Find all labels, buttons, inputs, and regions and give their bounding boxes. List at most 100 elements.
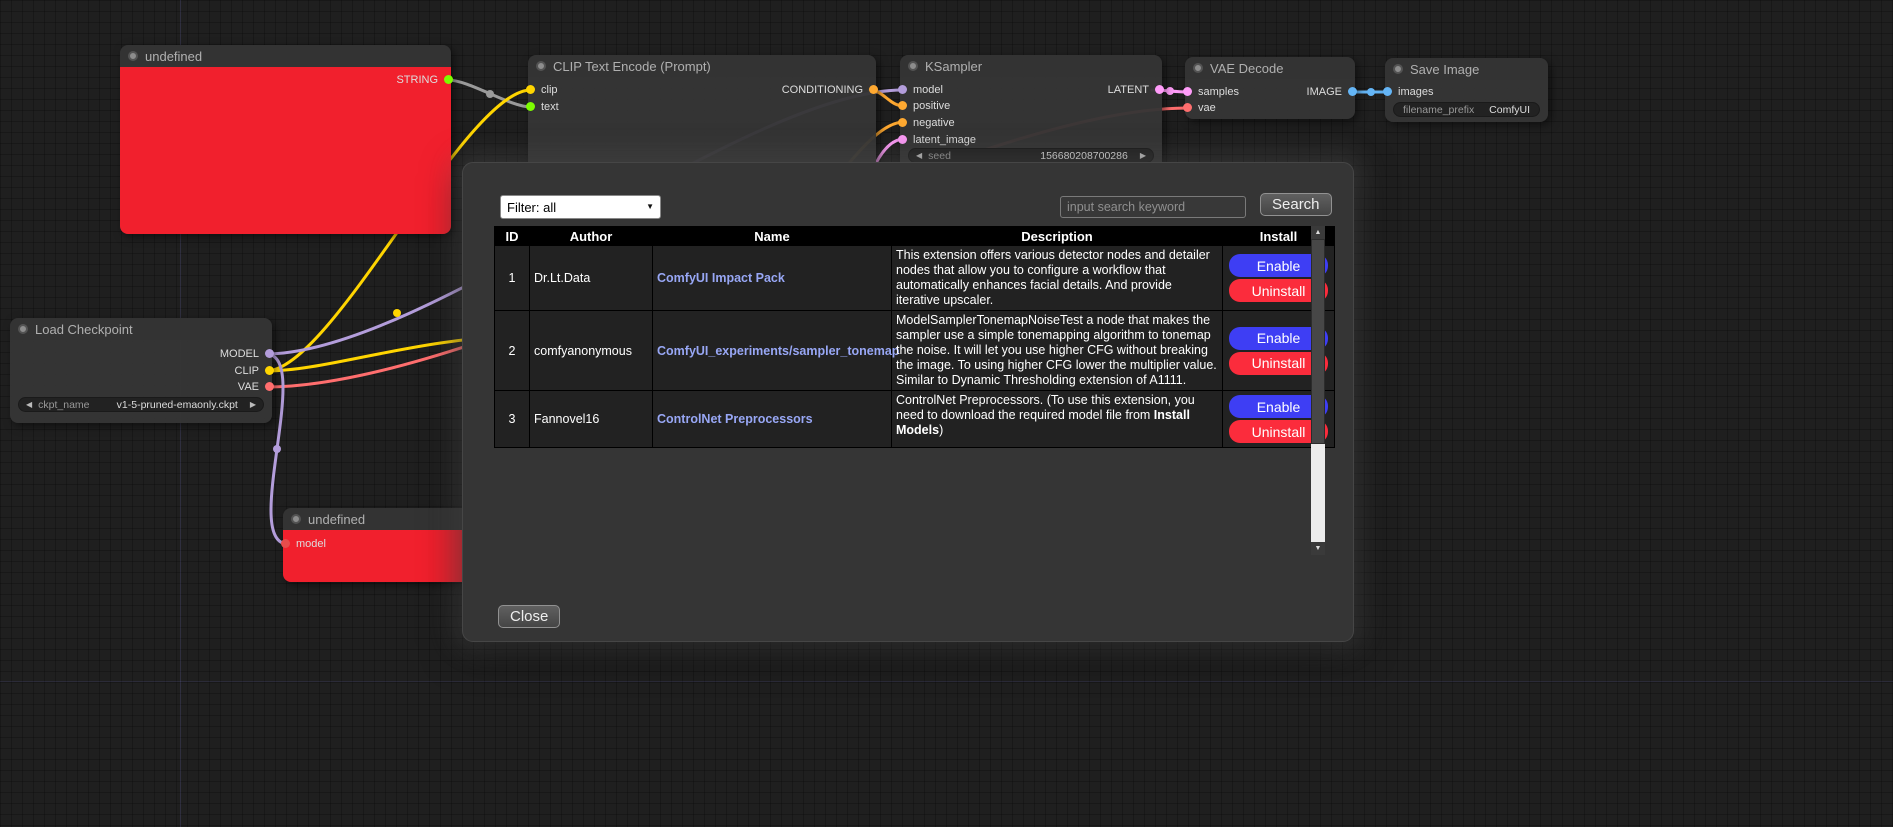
output-pin-image[interactable] xyxy=(1348,87,1357,96)
node-graph-canvas[interactable]: undefined STRING CLIP Text Encode (Promp… xyxy=(0,0,1893,827)
filename-prefix-widget[interactable]: filename_prefix ComfyUI xyxy=(1393,102,1540,117)
decrement-icon[interactable]: ◀ xyxy=(916,152,922,160)
scrollbar-thumb[interactable] xyxy=(1311,239,1325,444)
close-button[interactable]: Close xyxy=(498,605,560,628)
table-row: 2comfyanonymousComfyUI_experiments/sampl… xyxy=(495,311,1335,391)
node-save-image[interactable]: Save Image images filename_prefix ComfyU… xyxy=(1385,58,1548,122)
node-header[interactable]: Load Checkpoint xyxy=(10,318,272,340)
output-label: VAE xyxy=(238,381,259,393)
cell-author: Dr.Lt.Data xyxy=(530,246,653,311)
output-pin-conditioning[interactable] xyxy=(869,85,878,94)
scroll-up-icon[interactable]: ▲ xyxy=(1311,226,1325,239)
input-pin-negative[interactable] xyxy=(898,118,907,127)
widget-value: v1-5-pruned-emaonly.ckpt xyxy=(90,399,238,411)
input-label: images xyxy=(1398,86,1433,98)
output-pin-model[interactable] xyxy=(265,349,274,358)
output-pin-latent[interactable] xyxy=(1155,85,1164,94)
output-label: IMAGE xyxy=(1307,86,1342,98)
link-dot xyxy=(486,90,494,98)
scrollbar-track[interactable] xyxy=(1311,239,1325,542)
table-row: 1Dr.Lt.Data ComfyUI Impact Pack This exten… xyxy=(495,246,1335,311)
col-header-description: Description xyxy=(892,227,1223,246)
node-header[interactable]: VAE Decode xyxy=(1185,57,1355,79)
node-header[interactable]: undefined xyxy=(120,45,451,67)
node-header[interactable]: KSampler xyxy=(900,55,1162,77)
search-input[interactable] xyxy=(1060,196,1246,218)
collapse-dot-icon[interactable] xyxy=(128,51,138,61)
extension-name-link[interactable]: ControlNet Preprocessors xyxy=(657,412,813,426)
input-pin-vae[interactable] xyxy=(1183,103,1192,112)
search-button[interactable]: Search xyxy=(1260,193,1332,216)
previous-value-icon[interactable]: ◀ xyxy=(26,401,32,409)
cell-id: 2 xyxy=(495,311,530,391)
output-label: CLIP xyxy=(235,365,259,377)
output-pin-vae[interactable] xyxy=(265,382,274,391)
node-header[interactable]: CLIP Text Encode (Prompt) xyxy=(528,55,876,77)
extension-name-link[interactable]: ComfyUI Impact Pack xyxy=(657,271,785,285)
node-title: KSampler xyxy=(925,59,982,74)
collapse-dot-icon[interactable] xyxy=(1393,64,1403,74)
extensions-table: ID Author Name Description Install 1Dr.L… xyxy=(494,226,1335,448)
link-dot xyxy=(273,445,281,453)
output-label: LATENT xyxy=(1108,84,1149,96)
collapse-dot-icon[interactable] xyxy=(908,61,918,71)
ckpt-name-widget[interactable]: ◀ ckpt_name v1-5-pruned-emaonly.ckpt ▶ xyxy=(18,397,264,412)
node-undefined-top[interactable]: undefined STRING xyxy=(120,45,451,234)
cell-id: 1 xyxy=(495,246,530,311)
cell-name: ComfyUI Impact Pack xyxy=(653,246,892,311)
collapse-dot-icon[interactable] xyxy=(536,61,546,71)
node-title: VAE Decode xyxy=(1210,61,1283,76)
node-title: undefined xyxy=(308,512,365,527)
extensions-table-body: 1Dr.Lt.Data ComfyUI Impact Pack This exten… xyxy=(495,246,1335,448)
input-pin-images[interactable] xyxy=(1383,87,1392,96)
extension-name-link[interactable]: ComfyUI_experiments/sampler_tonemap xyxy=(657,344,899,358)
input-pin-positive[interactable] xyxy=(898,101,907,110)
node-load-checkpoint[interactable]: Load Checkpoint MODEL CLIP VAE ◀ ckpt_na… xyxy=(10,318,272,423)
output-label: CONDITIONING xyxy=(782,84,863,96)
input-label: text xyxy=(541,101,559,113)
cell-id: 3 xyxy=(495,391,530,448)
node-title: Load Checkpoint xyxy=(35,322,133,337)
link-dot xyxy=(1367,88,1375,96)
cell-author: comfyanonymous xyxy=(530,311,653,391)
input-pin-text[interactable] xyxy=(526,102,535,111)
input-label: model xyxy=(296,538,326,550)
output-label: MODEL xyxy=(220,348,259,360)
widget-label: ckpt_name xyxy=(38,399,89,411)
widget-value: ComfyUI xyxy=(1474,104,1530,116)
seed-widget[interactable]: ◀ seed 156680208700286 ▶ xyxy=(908,148,1154,163)
increment-icon[interactable]: ▶ xyxy=(1140,152,1146,160)
output-pin-clip[interactable] xyxy=(265,366,274,375)
collapse-dot-icon[interactable] xyxy=(291,514,301,524)
output-label: STRING xyxy=(396,74,438,86)
output-pin-string[interactable] xyxy=(444,75,453,84)
link-dot xyxy=(393,309,401,317)
widget-value: 156680208700286 xyxy=(951,150,1128,162)
widget-label: seed xyxy=(928,150,951,162)
filter-select[interactable]: Filter: all xyxy=(500,195,661,219)
node-header[interactable]: Save Image xyxy=(1385,58,1548,80)
input-pin-latent-image[interactable] xyxy=(898,135,907,144)
input-label: vae xyxy=(1198,102,1216,114)
input-label: negative xyxy=(913,117,955,129)
custom-nodes-manager-dialog: Filter: all ▼ Search ID Author Name Desc… xyxy=(462,162,1354,642)
next-value-icon[interactable]: ▶ xyxy=(250,401,256,409)
cell-description: This extension offers various detector n… xyxy=(892,246,1223,311)
input-pin-model[interactable] xyxy=(281,539,290,548)
link-string-to-text xyxy=(448,80,531,107)
node-vae-decode[interactable]: VAE Decode samples vae IMAGE xyxy=(1185,57,1355,119)
link-dot xyxy=(1166,87,1174,95)
cell-description: ControlNet Preprocessors. (To use this e… xyxy=(892,391,1223,448)
node-clip-text-encode[interactable]: CLIP Text Encode (Prompt) clip text COND… xyxy=(528,55,876,165)
col-header-author: Author xyxy=(530,227,653,246)
node-title: undefined xyxy=(145,49,202,64)
collapse-dot-icon[interactable] xyxy=(18,324,28,334)
table-row: 3Fannovel16ControlNet PreprocessorsContr… xyxy=(495,391,1335,448)
cell-name: ComfyUI_experiments/sampler_tonemap xyxy=(653,311,892,391)
canvas-axis-horizontal xyxy=(0,681,1893,682)
node-ksampler[interactable]: KSampler model positive negative latent_… xyxy=(900,55,1162,165)
scroll-down-icon[interactable]: ▼ xyxy=(1311,542,1325,555)
node-title: CLIP Text Encode (Prompt) xyxy=(553,59,711,74)
table-scrollbar[interactable]: ▲ ▼ xyxy=(1311,226,1325,555)
collapse-dot-icon[interactable] xyxy=(1193,63,1203,73)
